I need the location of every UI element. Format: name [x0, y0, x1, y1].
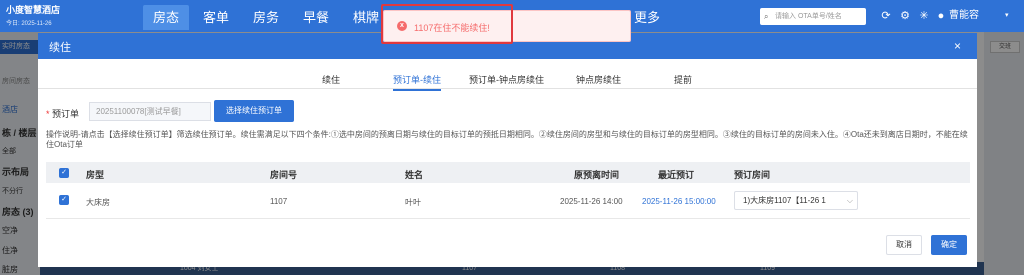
col-booking-room: 预订房间: [734, 170, 771, 180]
cell-room-type: 大床房: [86, 198, 110, 207]
settings-icon[interactable]: ⚙: [897, 8, 913, 24]
nav-tab-room-status[interactable]: 房态: [143, 5, 189, 30]
tab-extend-stay[interactable]: 续住: [322, 73, 340, 86]
booking-order-label: * 预订单: [46, 109, 80, 119]
chevron-down-icon: ⌵: [846, 196, 853, 205]
user-name[interactable]: 曹能容: [949, 8, 979, 24]
dialog-title: 续住: [49, 42, 71, 54]
cell-name: 叶叶: [405, 198, 421, 207]
booking-order-input[interactable]: 20251100078[测试早餐]: [89, 102, 211, 121]
brand: 小度智慧酒店 今日: 2025-11-26: [6, 3, 60, 27]
col-room-type: 房型: [86, 170, 105, 180]
col-room-no: 房间号: [270, 170, 298, 180]
booking-room-value: 1)大床房1107【11-26 1: [743, 196, 826, 205]
booking-room-select[interactable]: 1)大床房1107【11-26 1 ⌵: [734, 191, 858, 210]
nav-tab-orders[interactable]: 客单: [196, 5, 236, 30]
cell-recent-booking[interactable]: 2025-11-26 15:00:00: [642, 197, 716, 206]
header-search-input[interactable]: ⌕ 请输入 OTA单号/姓名: [760, 8, 866, 25]
extend-stay-dialog: 续住 × 续住 预订单-续住 预订单-钟点房续住 钟点房续住 提前 * 预订单 …: [38, 33, 977, 267]
confirm-button[interactable]: 确定: [931, 235, 967, 255]
nav-tab-chess[interactable]: 棋牌: [346, 5, 386, 30]
instruction-text: 操作说明-请点击【选择续住预订单】筛选续住预订单。续住需满足以下四个条件:①选中…: [46, 130, 968, 149]
col-recent-booking: 最近预订: [658, 170, 695, 180]
business-date: 今日: 2025-11-26: [6, 21, 52, 27]
col-orig-departure: 原预离时间: [574, 170, 620, 180]
col-name: 姓名: [405, 170, 424, 180]
refresh-icon[interactable]: ⟳: [878, 8, 894, 24]
search-icon: ⌕: [764, 12, 769, 21]
close-icon[interactable]: ×: [954, 39, 961, 53]
tab-early[interactable]: 提前: [674, 73, 692, 86]
tab-booking-extend[interactable]: 预订单-续住: [393, 73, 441, 91]
highlight-box: [381, 4, 513, 44]
chevron-down-icon[interactable]: ▾: [1005, 8, 1009, 24]
cell-room-no: 1107: [270, 197, 288, 206]
user-icon: ●: [937, 10, 945, 22]
cancel-button[interactable]: 取消: [886, 235, 922, 255]
cell-orig-departure: 2025-11-26 14:00: [560, 197, 623, 206]
table-header: ✓ 房型 房间号 姓名 原预离时间 最近预订 预订房间: [46, 162, 970, 183]
tab-hourly-extend[interactable]: 钟点房续住: [576, 73, 621, 86]
hotel-name: 小度智慧酒店: [6, 5, 61, 15]
select-booking-order-button[interactable]: 选择续住预订单: [214, 100, 294, 122]
search-placeholder: 请输入 OTA单号/姓名: [775, 13, 842, 20]
tab-booking-hourly-extend[interactable]: 预订单-钟点房续住: [469, 73, 544, 86]
row-checkbox[interactable]: ✓: [59, 195, 69, 205]
nav-tab-breakfast[interactable]: 早餐: [296, 5, 336, 30]
dialog-tabs: 续住 预订单-续住 预订单-钟点房续住 钟点房续住 提前: [38, 69, 977, 91]
star-icon[interactable]: ✳: [916, 8, 932, 24]
nav-tab-more[interactable]: 更多: [627, 5, 667, 30]
table-row: ✓ 大床房 1107 叶叶 2025-11-26 14:00 2025-11-2…: [46, 183, 970, 219]
select-all-checkbox[interactable]: ✓: [59, 168, 69, 178]
nav-tab-housekeeping[interactable]: 房务: [246, 5, 286, 30]
